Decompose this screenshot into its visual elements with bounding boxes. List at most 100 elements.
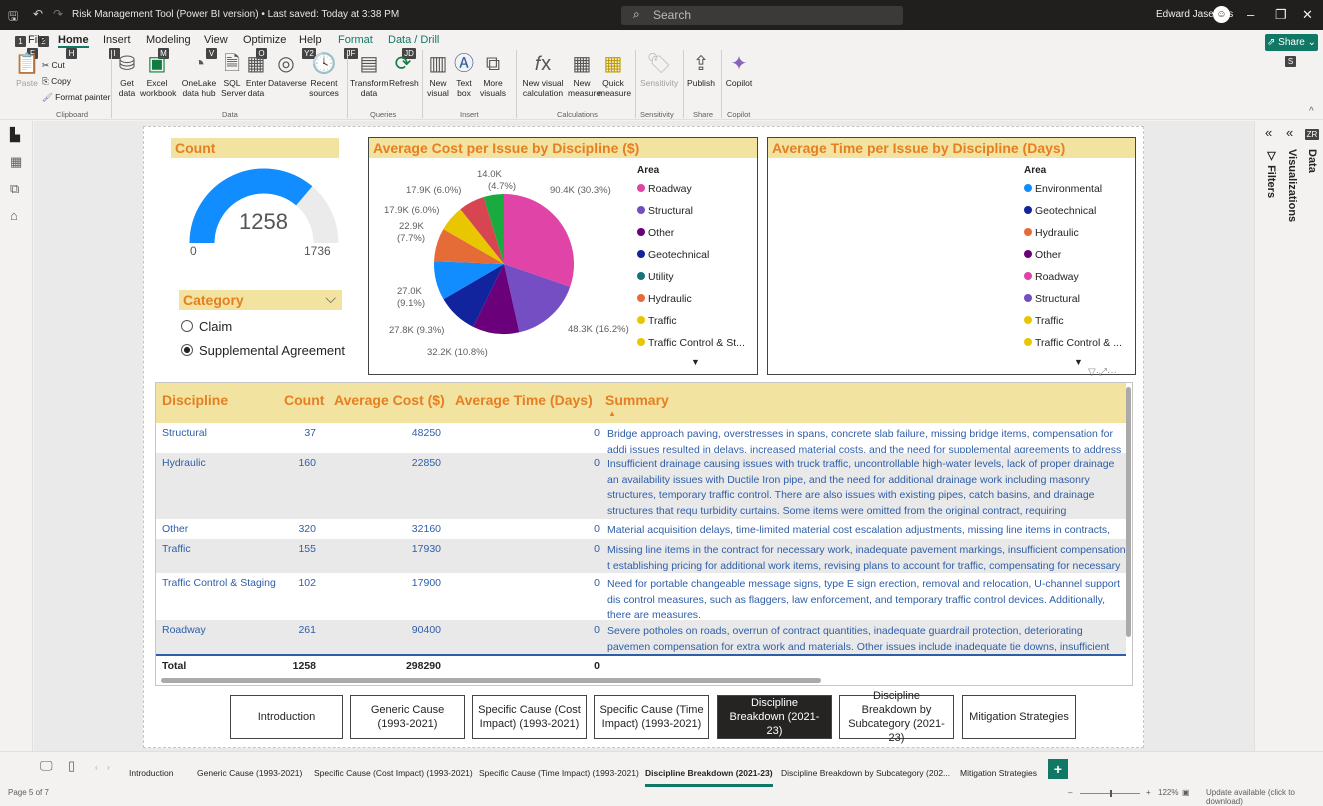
undo-icon[interactable]: ↶ — [33, 7, 43, 21]
table-row[interactable]: Other 320 32160 0 Material acquisition delay… — [156, 519, 1126, 539]
format-painter-button[interactable]: 🖌 Format painter — [42, 92, 110, 103]
table-row[interactable]: Traffic 155 17930 0 Missing line items in th… — [156, 539, 1126, 573]
pie-legend-item[interactable]: Traffic Control & St... — [637, 337, 745, 349]
menu-format[interactable]: Format — [338, 34, 373, 46]
vertical-scrollbar[interactable] — [1126, 387, 1131, 637]
collapse-ribbon-icon[interactable]: ^ — [1309, 106, 1314, 117]
page-tab[interactable]: Introduction — [129, 768, 173, 778]
time-legend-item[interactable]: Traffic Control & ... — [1024, 337, 1122, 349]
excel-button[interactable]: ▣ Excel workbook — [140, 50, 176, 98]
fit-to-page-icon[interactable]: ▣ — [1182, 788, 1190, 797]
time-legend-item[interactable]: Structural — [1024, 293, 1080, 305]
new-measure-button[interactable]: ▦ New measure — [568, 50, 601, 98]
header-average-time[interactable]: Average Time (Days) — [455, 392, 593, 408]
category-slicer-title[interactable]: Category ⌵ — [179, 290, 342, 310]
zoom-out-icon[interactable]: – — [1068, 788, 1072, 797]
page-tab[interactable]: Generic Cause (1993-2021) — [197, 768, 302, 778]
time-legend-item[interactable]: Hydraulic — [1024, 227, 1079, 239]
category-option-supplemental[interactable]: Supplemental Agreement — [181, 343, 345, 358]
tab-scroll-right-icon[interactable]: › — [107, 763, 110, 772]
pie-chart[interactable] — [432, 192, 576, 336]
nav-button[interactable]: Mitigation Strategies — [962, 695, 1076, 739]
table-view-icon[interactable]: ▦ — [10, 154, 22, 170]
menu-insert[interactable]: Insert — [103, 34, 131, 46]
pie-legend-item[interactable]: Structural — [637, 205, 693, 217]
table-row[interactable]: Hydraulic 160 22850 0 Insufficient drainage … — [156, 453, 1126, 519]
pie-legend-item[interactable]: Geotechnical — [637, 249, 709, 261]
header-summary[interactable]: Summary — [605, 392, 669, 408]
page-tab[interactable]: Specific Cause (Time Impact) (1993-2021) — [479, 768, 639, 778]
horizontal-scrollbar[interactable] — [161, 678, 821, 683]
new-visual-button[interactable]: ▥ New visual — [426, 50, 450, 98]
mobile-layout-icon[interactable]: ▯ — [68, 758, 75, 774]
visual-header-icons[interactable]: ▽·⤢··· — [1088, 367, 1117, 378]
recent-sources-button[interactable]: 🕓 Recent sources — [306, 50, 342, 98]
get-data-button[interactable]: ⛁ Get data — [115, 50, 139, 98]
sensitivity-button[interactable]: 🏷 Sensitivity — [640, 50, 678, 88]
tab-scroll-left-icon[interactable]: ‹ — [95, 763, 98, 772]
menu-optimize[interactable]: Optimize — [243, 34, 286, 46]
more-visuals-button[interactable]: ⧉ More visuals — [477, 50, 509, 98]
header-count[interactable]: Count — [284, 392, 324, 408]
onelake-button[interactable]: ◔ OneLake data hub — [176, 50, 222, 98]
avatar[interactable]: ☺ — [1213, 6, 1230, 23]
nav-button[interactable]: Specific Cause (Cost Impact) (1993-2021) — [472, 695, 587, 739]
nav-button[interactable]: Discipline Breakdown by Subcategory (202… — [839, 690, 954, 744]
dataverse-button[interactable]: ◎ Dataverse — [268, 50, 307, 88]
filters-pane-tab[interactable]: ▽ Filters — [1265, 149, 1278, 198]
page-tab[interactable]: Discipline Breakdown (2021-23) — [645, 768, 773, 787]
menu-file[interactable]: File — [28, 34, 46, 46]
visualizations-pane-tab[interactable]: Visualizations — [1286, 149, 1298, 222]
zoom-in-icon[interactable]: + — [1146, 788, 1151, 797]
table-row[interactable]: Traffic Control & Staging 102 17900 0 Need f… — [156, 573, 1126, 620]
nav-button[interactable]: Specific Cause (Time Impact) (1993-2021) — [594, 695, 709, 739]
pie-legend-item[interactable]: Traffic — [637, 315, 677, 327]
close-icon[interactable]: ✕ — [1302, 7, 1313, 23]
zoom-level[interactable]: 122% — [1158, 788, 1178, 797]
nav-button[interactable]: Discipline Breakdown (2021-23) — [717, 695, 832, 739]
zoom-slider-thumb[interactable] — [1110, 790, 1112, 797]
collapse-filters-icon[interactable]: « — [1265, 125, 1272, 140]
menu-home[interactable]: Home — [58, 34, 89, 48]
sql-server-button[interactable]: 🗎 SQL Server — [221, 50, 246, 98]
pie-legend-item[interactable]: Hydraulic — [637, 293, 692, 305]
time-legend-item[interactable]: Environmental — [1024, 183, 1102, 195]
time-legend-item[interactable]: Roadway — [1024, 271, 1079, 283]
time-legend-scroll-down-icon[interactable]: ▼ — [1074, 357, 1083, 367]
model-view-icon[interactable]: ⧉ — [10, 181, 19, 197]
collapse-visualizations-icon[interactable]: « — [1286, 125, 1293, 140]
dax-query-view-icon[interactable]: ⌂ — [10, 208, 18, 223]
category-option-claim[interactable]: Claim — [181, 319, 232, 334]
data-pane-tab[interactable]: Data — [1306, 149, 1318, 173]
sort-ascending-icon[interactable]: ▲ — [608, 409, 616, 418]
window-title[interactable]: Risk Management Tool (Power BI version) … — [72, 9, 399, 20]
nav-button[interactable]: Introduction — [230, 695, 343, 739]
publish-button[interactable]: ⇪ Publish — [686, 50, 716, 88]
report-view-icon[interactable]: ▙ — [10, 127, 20, 143]
maximize-icon[interactable]: ❐ — [1275, 7, 1287, 23]
page-tab[interactable]: Specific Cause (Cost Impact) (1993-2021) — [314, 768, 473, 778]
update-available[interactable]: Update available (click to download) — [1206, 788, 1323, 806]
pie-legend-item[interactable]: Roadway — [637, 183, 692, 195]
text-box-button[interactable]: Ⓐ Text box — [453, 50, 475, 98]
quick-measure-button[interactable]: ▦ Quick measure — [598, 50, 631, 98]
legend-scroll-down-icon[interactable]: ▼ — [691, 357, 700, 367]
page-tab[interactable]: Discipline Breakdown by Subcategory (202… — [781, 768, 950, 778]
time-legend-item[interactable]: Traffic — [1024, 315, 1064, 327]
menu-view[interactable]: View — [204, 34, 228, 46]
header-discipline[interactable]: Discipline — [162, 392, 228, 408]
search-box[interactable]: ⌕ Search — [621, 6, 903, 25]
save-icon[interactable]: 🖫 — [8, 7, 18, 28]
menu-help[interactable]: Help — [299, 34, 322, 46]
desktop-layout-icon[interactable]: 🖵 — [40, 758, 53, 774]
minimize-icon[interactable]: – — [1247, 7, 1254, 22]
enter-data-button[interactable]: ▦ Enter data — [245, 50, 267, 98]
menu-modeling[interactable]: Modeling — [146, 34, 191, 46]
pie-legend-item[interactable]: Other — [637, 227, 674, 239]
copy-button[interactable]: ⎘ Copy — [42, 76, 71, 87]
table-row[interactable]: Structural 37 48250 0 Bridge approach paving… — [156, 423, 1126, 453]
add-page-button[interactable]: + — [1048, 759, 1068, 779]
paste-button[interactable]: 📋 Paste — [14, 50, 40, 88]
discipline-table[interactable]: Discipline Count Average Cost ($) Averag… — [155, 382, 1133, 686]
transform-data-button[interactable]: ▤ Transform data — [350, 50, 388, 98]
